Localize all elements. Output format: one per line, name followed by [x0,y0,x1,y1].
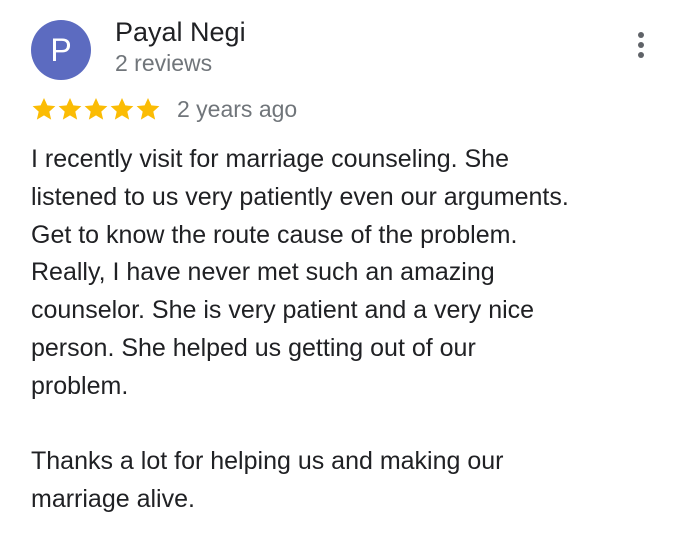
star-rating [31,96,161,122]
reviewer-name[interactable]: Payal Negi [115,15,246,49]
review-line: Thanks a lot for helping us and making o… [31,447,504,476]
review-count: 2 reviews [115,50,213,76]
review-paragraph: Thanks a lot for helping us and making o… [31,443,661,519]
review-line: problem. [31,371,129,400]
review-line: person. She helped us getting out of our [31,333,476,362]
avatar-letter: P [50,32,72,68]
review-line: listened to us very patiently even our a… [31,182,569,211]
more-options-button[interactable] [622,24,660,66]
avatar[interactable]: P [31,20,91,80]
star-icon [84,97,108,120]
star-icon [32,97,56,120]
rating-row: 2 years ago [31,93,297,125]
more-vert-icon-dot [638,52,644,58]
more-vert-icon [638,32,644,38]
review-paragraph: I recently visit for marriage counseling… [31,141,661,406]
review-line: Get to know the route cause of the probl… [31,220,518,249]
more-vert-icon-dot [638,42,644,48]
review-date: 2 years ago [177,96,298,122]
review-card: P Payal Negi 2 reviews 2 years ago I rec… [0,0,685,537]
review-line: marriage alive. [31,485,195,514]
star-icon [136,97,160,120]
review-line: Really, I have never met such an amazing [31,258,495,287]
review-line: I recently visit for marriage counseling… [31,145,509,173]
review-line: counselor. She is very patient and a ver… [31,296,535,325]
star-icon [58,97,82,120]
review-text: I recently visit for marriage counseling… [31,141,661,519]
star-icon [110,97,134,120]
